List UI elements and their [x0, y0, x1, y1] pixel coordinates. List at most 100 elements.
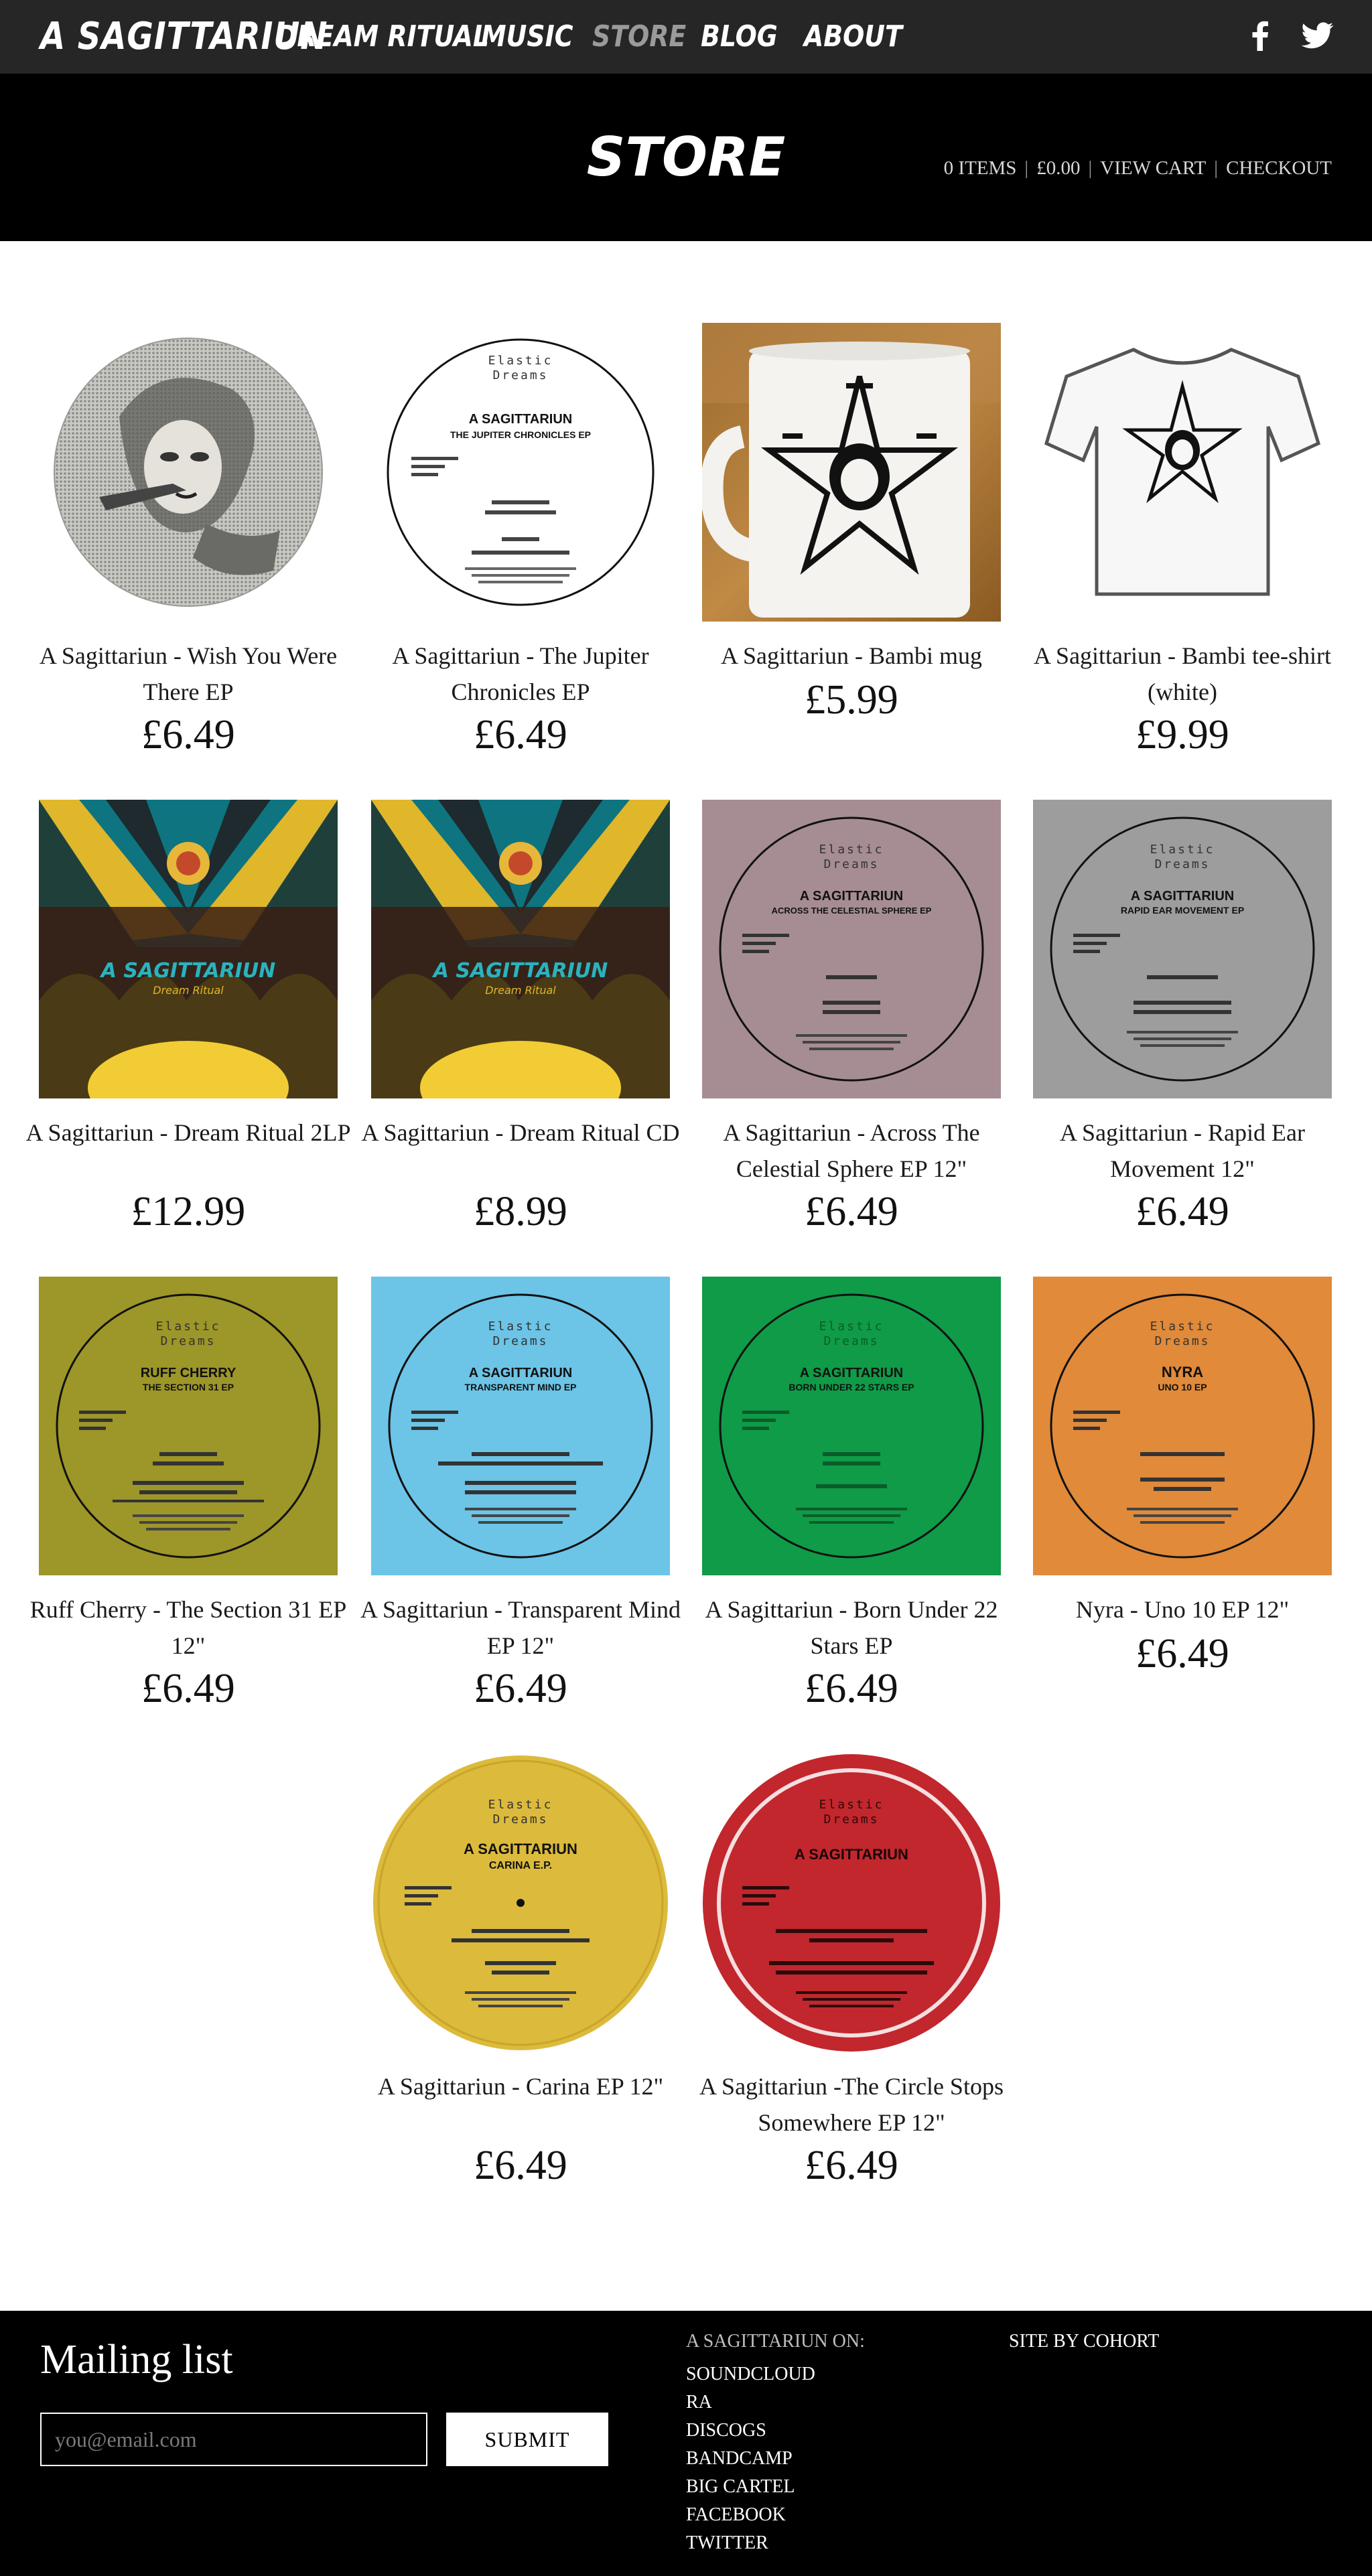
product-price: £6.49	[474, 712, 567, 758]
label-artist: A SAGITTARIUN	[800, 889, 903, 904]
link-discogs[interactable]: DISCOGS	[686, 2417, 766, 2445]
cover-artist-text: A SAGITTARIUN	[100, 959, 276, 983]
product-name[interactable]: A Sagittariun - Wish You Were There EP	[25, 638, 351, 710]
product-price: £8.99	[474, 1189, 567, 1234]
label-dreams: Dreams	[1154, 857, 1210, 871]
nav-store[interactable]: Store	[592, 15, 686, 59]
nav-dream-ritual[interactable]: Dream Ritual	[276, 15, 489, 59]
label-title: UNO 10 EP	[1158, 1382, 1207, 1392]
product-name[interactable]: A Sagittariun - Bambi mug	[689, 638, 1014, 674]
cover-artist-text: A SAGITTARIUN	[432, 959, 608, 983]
footer: Mailing list SUBMIT A SAGITTARIUN ON: SO…	[0, 2311, 1372, 2576]
product-image-ruff-cherry[interactable]: Elastic Dreams RUFF CHERRY THE SECTION 3…	[39, 1277, 338, 1575]
product-image-dream-ritual-2lp[interactable]: A SAGITTARIUN Dream Ritual	[39, 800, 338, 1098]
label-elastic: Elastic	[156, 1319, 221, 1334]
product-image-circle-stops-somewhere[interactable]: Elastic Dreams A SAGITTARIUN	[702, 1754, 1001, 2052]
product-name[interactable]: Ruff Cherry - The Section 31 EP 12"	[25, 1591, 351, 1664]
product-name[interactable]: A Sagittariun - Born Under 22 Stars EP	[689, 1591, 1014, 1664]
product-price: £6.49	[474, 2143, 567, 2188]
product-price: £6.49	[1136, 1189, 1229, 1234]
link-facebook[interactable]: FACEBOOK	[686, 2501, 786, 2529]
product-price: £6.49	[805, 1666, 898, 1711]
label-dreams: Dreams	[823, 857, 879, 871]
checkout-link[interactable]: CHECKOUT	[1226, 157, 1332, 179]
product-price: £6.49	[141, 712, 235, 758]
product-name[interactable]: A Sagittariun - Carina EP 12"	[358, 2068, 683, 2104]
product-name[interactable]: Nyra - Uno 10 EP 12"	[1020, 1591, 1345, 1628]
social-links-heading: A SAGITTARIUN ON:	[686, 2331, 865, 2352]
label-artist: NYRA	[1162, 1364, 1203, 1380]
label-dreams: Dreams	[492, 368, 548, 382]
label-title: BORN UNDER 22 STARS EP	[788, 1382, 914, 1392]
link-big-cartel[interactable]: BIG CARTEL	[686, 2473, 795, 2501]
nav-blog[interactable]: Blog	[701, 15, 778, 59]
divider: |	[1088, 157, 1093, 179]
nav-music[interactable]: Music	[481, 15, 573, 59]
label-artist: RUFF CHERRY	[141, 1366, 236, 1380]
label-title: THE JUPITER CHRONICLES EP	[450, 429, 591, 440]
product-name[interactable]: A Sagittariun - Rapid Ear Movement 12"	[1020, 1115, 1345, 1187]
product-image-bambi-mug[interactable]	[702, 323, 1001, 622]
page-header: Store 0 ITEMS | £0.00 | VIEW CART | CHECKOUT	[0, 74, 1372, 241]
label-dreams: Dreams	[492, 1812, 548, 1827]
product-price: £6.49	[141, 1666, 235, 1711]
product-image-carina[interactable]: Elastic Dreams A SAGITTARIUN CARINA E.P.	[371, 1754, 670, 2052]
product-image-celestial-sphere[interactable]: Elastic Dreams A SAGITTARIUN ACROSS THE …	[702, 800, 1001, 1098]
nav-about[interactable]: About	[804, 15, 902, 59]
cart-item-count[interactable]: 0 ITEMS	[944, 157, 1017, 179]
product-image-jupiter-chronicles[interactable]: Elastic Dreams A SAGITTARIUN THE JUPITER…	[371, 323, 670, 622]
label-elastic: Elastic	[819, 1319, 884, 1334]
label-title: ACROSS THE CELESTIAL SPHERE EP	[772, 906, 932, 916]
product-image-transparent-mind[interactable]: Elastic Dreams A SAGITTARIUN TRANSPARENT…	[371, 1277, 670, 1575]
label-title: TRANSPARENT MIND EP	[465, 1382, 577, 1392]
cover-title-text: Dream Ritual	[153, 984, 224, 997]
link-soundcloud[interactable]: SOUNDCLOUD	[686, 2360, 815, 2388]
label-elastic: Elastic	[488, 1319, 553, 1334]
submit-button[interactable]: SUBMIT	[446, 2413, 608, 2466]
label-dreams: Dreams	[823, 1812, 879, 1827]
product-name[interactable]: A Sagittariun - Across The Celestial Sph…	[689, 1115, 1014, 1187]
label-title: THE SECTION 31 EP	[143, 1382, 234, 1392]
product-name[interactable]: A Sagittariun - The Jupiter Chronicles E…	[358, 638, 683, 710]
label-artist: A SAGITTARIUN	[469, 1366, 572, 1380]
product-price: £6.49	[1136, 1631, 1229, 1676]
email-input[interactable]	[40, 2413, 427, 2466]
twitter-icon[interactable]	[1297, 16, 1337, 56]
label-elastic: Elastic	[1150, 1319, 1215, 1334]
product-price: £6.49	[805, 1189, 898, 1234]
product-name[interactable]: A Sagittariun -The Circle Stops Somewher…	[689, 2068, 1014, 2141]
label-elastic: Elastic	[1150, 843, 1215, 857]
mailing-list-title: Mailing list	[40, 2337, 233, 2382]
cart-summary: 0 ITEMS | £0.00 | VIEW CART | CHECKOUT	[944, 157, 1332, 180]
product-price: £9.99	[1136, 712, 1229, 758]
label-elastic: Elastic	[488, 354, 553, 368]
label-artist: A SAGITTARIUN	[800, 1366, 903, 1380]
product-image-bambi-tee[interactable]	[1033, 323, 1332, 622]
product-name[interactable]: A Sagittariun - Transparent Mind EP 12"	[358, 1591, 683, 1664]
top-navigation: A Sagittariun Dream Ritual Music Store B…	[0, 0, 1372, 74]
label-dreams: Dreams	[160, 1334, 216, 1348]
label-elastic: Elastic	[819, 1798, 884, 1812]
divider: |	[1024, 157, 1029, 179]
cart-total[interactable]: £0.00	[1036, 157, 1080, 179]
facebook-icon[interactable]	[1241, 16, 1281, 56]
link-bandcamp[interactable]: BANDCAMP	[686, 2445, 793, 2473]
label-artist: A SAGITTARIUN	[469, 412, 572, 427]
site-credit-link[interactable]: SITE BY COHORT	[1009, 2331, 1159, 2352]
product-price: £6.49	[474, 1666, 567, 1711]
view-cart-link[interactable]: VIEW CART	[1100, 157, 1206, 179]
product-price: £5.99	[805, 677, 898, 723]
label-dreams: Dreams	[823, 1334, 879, 1348]
product-image-dream-ritual-cd[interactable]: A SAGITTARIUN Dream Ritual	[371, 800, 670, 1098]
product-image-born-under-22-stars[interactable]: Elastic Dreams A SAGITTARIUN BORN UNDER …	[702, 1277, 1001, 1575]
product-price: £6.49	[805, 2143, 898, 2188]
product-image-nyra-uno-10[interactable]: Elastic Dreams NYRA UNO 10 EP	[1033, 1277, 1332, 1575]
link-twitter[interactable]: TWITTER	[686, 2529, 768, 2557]
link-ra[interactable]: RA	[686, 2388, 712, 2417]
product-name[interactable]: A Sagittariun - Bambi tee-shirt (white)	[1020, 638, 1345, 710]
divider: |	[1214, 157, 1219, 179]
product-name[interactable]: A Sagittariun - Dream Ritual CD	[358, 1115, 683, 1151]
product-name[interactable]: A Sagittariun - Dream Ritual 2LP	[25, 1115, 351, 1151]
product-image-rapid-ear-movement[interactable]: Elastic Dreams A SAGITTARIUN RAPID EAR M…	[1033, 800, 1332, 1098]
product-image-wish-you-were-there[interactable]	[39, 323, 338, 622]
